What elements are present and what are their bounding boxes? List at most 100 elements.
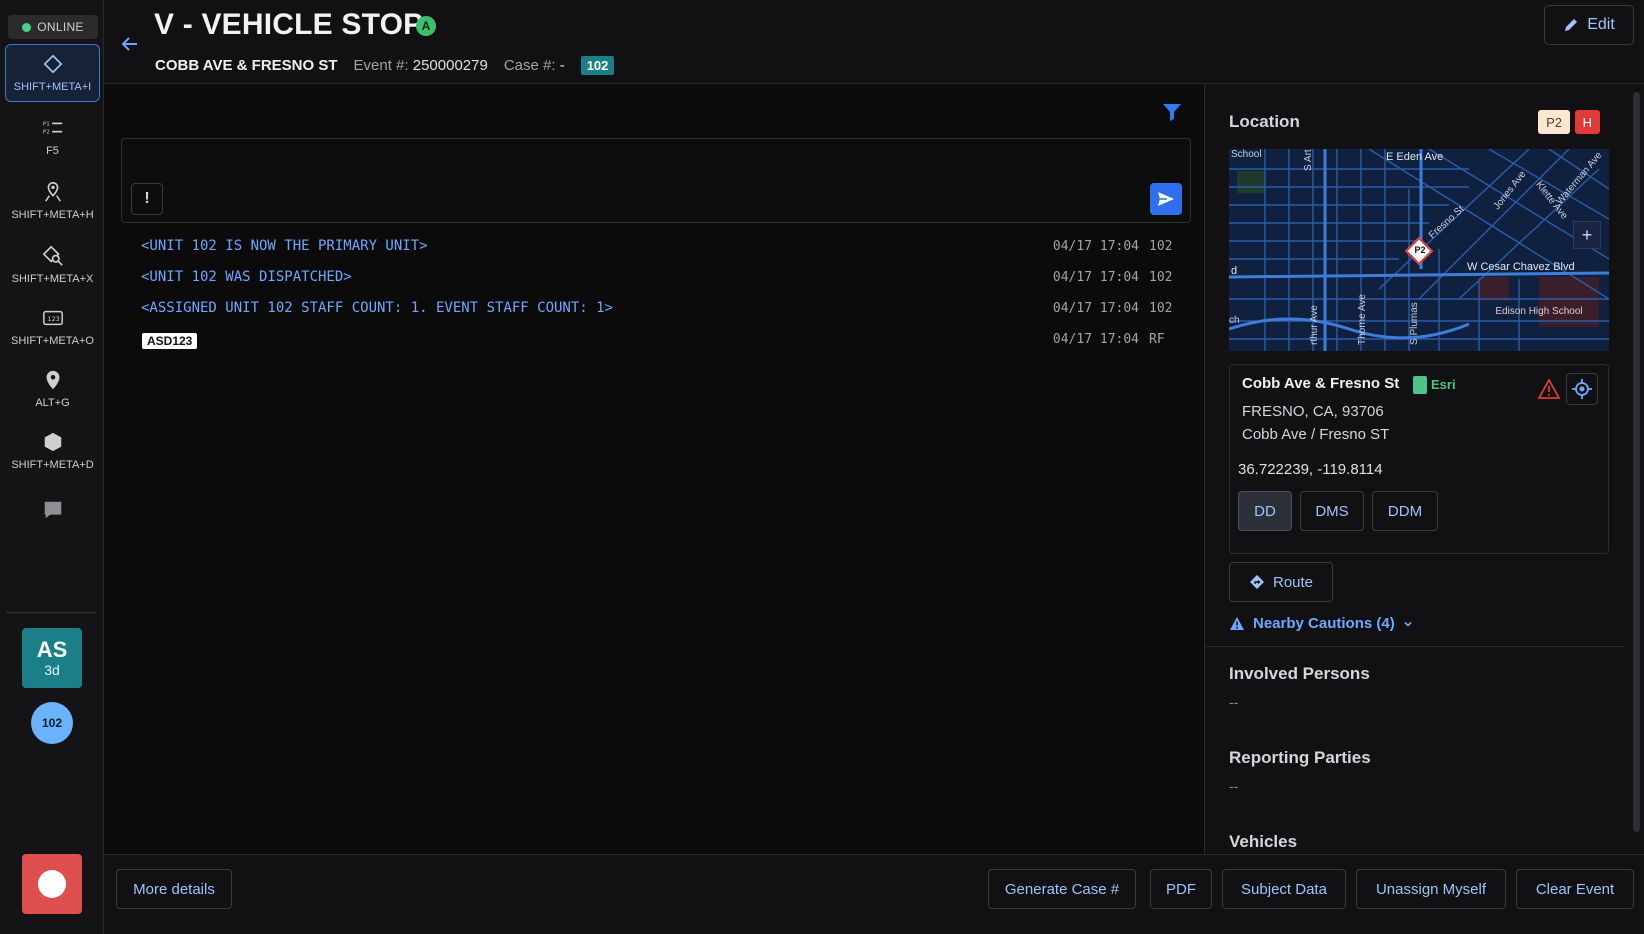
log-message: <UNIT 102 WAS DISPATCHED>	[141, 269, 352, 285]
send-button[interactable]	[1150, 183, 1182, 215]
log-time: 04/17 17:04	[1052, 301, 1139, 316]
route-button-label: Route	[1272, 573, 1314, 591]
map-label: S Plumas	[1409, 302, 1420, 345]
rail-item-hexagon[interactable]: SHIFT+META+D	[5, 422, 100, 480]
event-header: V - VEHICLE STOP A COBB AVE & FRESNO ST …	[104, 0, 1644, 84]
avatar-duration: 3d	[44, 662, 60, 678]
map-zoom-in-button[interactable]: +	[1573, 221, 1601, 249]
rail-item-units-map[interactable]: SHIFT+META+H	[5, 172, 100, 230]
caution-triangle-icon	[1230, 617, 1244, 630]
nearby-cautions-label: Nearby Cautions (4)	[1253, 615, 1395, 632]
rail-item-keypad[interactable]: 123 SHIFT+META+O	[5, 298, 100, 356]
location-search-icon	[42, 245, 63, 266]
chat-icon	[44, 501, 61, 519]
log-source: RF	[1149, 332, 1165, 347]
case-number: -	[559, 57, 565, 74]
location-map[interactable]: P2 School E Eden Ave S Arthur A Jones Av…	[1229, 149, 1609, 351]
subject-data-button[interactable]: Subject Data	[1222, 869, 1346, 909]
filter-icon[interactable]	[1160, 100, 1184, 124]
vehicles-title: Vehicles	[1229, 832, 1298, 851]
crosshair-icon	[1572, 379, 1592, 399]
record-icon	[38, 870, 66, 898]
rail-item-incidents[interactable]: SHIFT+META+I	[5, 44, 100, 102]
send-icon	[1158, 192, 1174, 206]
log-source: 102	[1149, 270, 1173, 285]
geocode-provider: Esri	[1431, 377, 1456, 392]
rail-item-priority-list[interactable]: P1 P2 F5	[5, 108, 100, 166]
map-label: ch	[1229, 315, 1240, 326]
nearby-cautions-toggle[interactable]: Nearby Cautions (4)	[1229, 615, 1413, 632]
map-marker-icon	[46, 370, 59, 390]
location-title: Location	[1229, 112, 1300, 131]
hazard-badge: H	[1574, 110, 1600, 134]
involved-persons-empty: --	[1229, 694, 1239, 710]
format-ddm-button[interactable]: DDM	[1372, 491, 1438, 531]
rail-item-label: SHIFT+META+D	[11, 459, 94, 471]
back-arrow-icon[interactable]	[116, 30, 144, 58]
license-plate-tag[interactable]: ASD123	[142, 333, 198, 349]
svg-text:P1: P1	[42, 121, 49, 127]
edit-button-label: Edit	[1587, 16, 1615, 33]
reporting-parties-title: Reporting Parties	[1229, 748, 1371, 767]
pdf-button[interactable]: PDF	[1150, 869, 1212, 909]
route-icon	[1249, 575, 1264, 589]
format-dms-button[interactable]: DMS	[1300, 491, 1364, 531]
log-entry: <UNIT 102 WAS DISPATCHED> 04/17 17:04 10…	[141, 265, 1181, 296]
warning-triangle-icon[interactable]	[1538, 379, 1560, 399]
log-time: 04/17 17:04	[1052, 332, 1139, 347]
numeric-keypad-icon: 123	[42, 310, 63, 326]
location-side-panel: Location P2 H P2 School E Eden Ave Jones…	[1204, 84, 1644, 854]
chevron-down-icon	[1404, 621, 1412, 627]
svg-text:123: 123	[47, 315, 59, 323]
unassign-myself-button[interactable]: Unassign Myself	[1356, 869, 1506, 909]
location-coordinates: 36.722239, -119.8114	[1238, 461, 1383, 478]
online-status-badge: ONLINE	[8, 15, 98, 39]
event-number-label: Event #:	[353, 57, 409, 74]
hexagon-icon	[44, 432, 61, 452]
log-entry: <UNIT 102 IS NOW THE PRIMARY UNIT> 04/17…	[141, 234, 1181, 265]
location-name: Cobb Ave & Fresno St	[1242, 375, 1400, 392]
scrollbar-thumb[interactable]	[1633, 92, 1640, 832]
location-city-line: FRESNO, CA, 93706	[1242, 403, 1384, 420]
online-dot-icon	[22, 22, 32, 32]
route-button[interactable]: Route	[1229, 562, 1333, 602]
event-number: 250000279	[412, 57, 488, 74]
svg-text:P2: P2	[42, 130, 49, 136]
format-dd-button[interactable]: DD	[1238, 491, 1292, 531]
rail-item-chat[interactable]	[5, 490, 100, 530]
more-details-button[interactable]: More details	[116, 869, 232, 909]
reporting-parties-empty: --	[1229, 778, 1239, 794]
rail-item-go-to-location[interactable]: ALT+G	[5, 360, 100, 418]
locate-button[interactable]	[1566, 373, 1598, 405]
event-action-bar: More details Generate Case # PDF Subject…	[104, 854, 1644, 934]
rail-item-label: SHIFT+META+O	[11, 335, 94, 347]
section-divider	[1205, 646, 1625, 647]
event-subheader: COBB AVE & FRESNO ST Event #: 250000279 …	[155, 56, 615, 75]
log-message: <UNIT 102 IS NOW THE PRIMARY UNIT>	[141, 238, 428, 254]
clear-event-button[interactable]: Clear Event	[1516, 869, 1634, 909]
narrative-input[interactable]	[132, 145, 1092, 181]
map-pin-person-icon	[44, 182, 61, 202]
page-title: V - VEHICLE STOP	[154, 8, 424, 41]
avatar[interactable]: AS 3d	[22, 628, 82, 688]
priority-flag-button[interactable]: !	[131, 183, 163, 215]
involved-persons-title: Involved Persons	[1229, 664, 1370, 683]
rail-item-label: SHIFT+META+I	[13, 81, 92, 93]
side-panel-scrollbar[interactable]	[1633, 88, 1640, 854]
map-label: Thorne Ave	[1357, 294, 1368, 345]
rail-divider	[6, 612, 96, 613]
rail-item-label: SHIFT+META+H	[11, 209, 94, 221]
priority-badge: P2	[1538, 110, 1570, 134]
map-label: School	[1231, 149, 1262, 160]
edit-button[interactable]: Edit	[1544, 5, 1634, 45]
assigned-unit-tag[interactable]: 102	[580, 56, 615, 75]
record-button[interactable]	[22, 854, 82, 914]
rail-item-location-search[interactable]: SHIFT+META+X	[5, 236, 100, 294]
unit-circle-badge[interactable]: 102	[31, 702, 73, 744]
rail-item-label: SHIFT+META+X	[11, 273, 94, 285]
location-card: Cobb Ave & Fresno St Esri FRESNO, CA, 93…	[1229, 364, 1609, 554]
location-cross-streets: Cobb Ave / Fresno ST	[1242, 426, 1390, 443]
map-label: d	[1231, 265, 1238, 277]
map-label: W Cesar Chavez Blvd	[1467, 261, 1575, 273]
generate-case-button[interactable]: Generate Case #	[988, 869, 1136, 909]
